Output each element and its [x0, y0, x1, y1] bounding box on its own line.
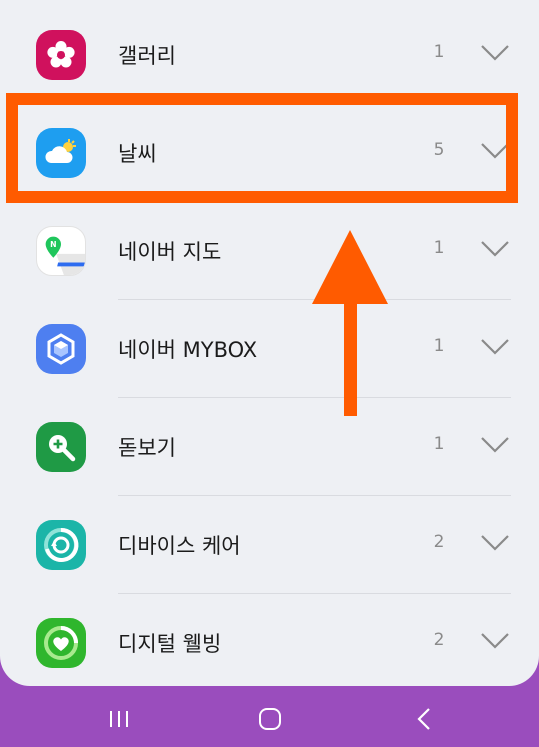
app-name: 네이버 지도 — [118, 240, 222, 264]
chevron-down-icon[interactable] — [480, 534, 510, 552]
navigation-bar — [0, 686, 539, 747]
app-list-panel: 갤러리 1 날씨 5 N 네이버 지도 1 네이버 MYBOX 1 돋보기 1 … — [0, 0, 539, 686]
chevron-down-icon[interactable] — [480, 44, 510, 62]
app-name: 디지털 웰빙 — [118, 632, 222, 656]
list-item-digital-wellbeing[interactable]: 디지털 웰빙 2 — [0, 594, 539, 686]
item-count: 5 — [433, 140, 445, 160]
recent-apps-icon[interactable] — [99, 704, 139, 734]
list-item-magnifier[interactable]: 돋보기 1 — [0, 398, 539, 496]
chevron-down-icon[interactable] — [480, 632, 510, 650]
item-count: 2 — [433, 532, 445, 552]
app-name: 디바이스 케어 — [118, 534, 241, 558]
chevron-down-icon[interactable] — [480, 142, 510, 160]
list-item-naver-map[interactable]: N 네이버 지도 1 — [0, 202, 539, 300]
magnifier-plus-icon — [36, 422, 86, 472]
item-count: 1 — [433, 42, 445, 62]
app-name: 네이버 MYBOX — [118, 338, 258, 362]
home-icon[interactable] — [250, 704, 290, 734]
list-item-naver-mybox[interactable]: 네이버 MYBOX 1 — [0, 300, 539, 398]
digital-wellbeing-heart-icon — [36, 618, 86, 668]
item-count: 1 — [433, 336, 445, 356]
app-name: 돋보기 — [118, 436, 176, 460]
list-item-gallery[interactable]: 갤러리 1 — [0, 6, 539, 104]
gallery-flower-icon — [36, 30, 86, 80]
naver-mybox-cube-icon — [36, 324, 86, 374]
chevron-down-icon[interactable] — [480, 338, 510, 356]
naver-map-icon: N — [36, 226, 86, 276]
item-count: 1 — [433, 434, 445, 454]
app-name: 갤러리 — [118, 44, 176, 68]
item-count: 2 — [433, 630, 445, 650]
chevron-down-icon[interactable] — [480, 436, 510, 454]
device-care-icon — [36, 520, 86, 570]
list-item-device-care[interactable]: 디바이스 케어 2 — [0, 496, 539, 594]
list-item-weather[interactable]: 날씨 5 — [0, 104, 539, 202]
up-arrow-annotation-icon — [312, 230, 388, 416]
back-icon[interactable] — [404, 704, 444, 734]
chevron-down-icon[interactable] — [480, 240, 510, 258]
app-name: 날씨 — [118, 142, 157, 166]
item-count: 1 — [433, 238, 445, 258]
svg-text:N: N — [50, 240, 56, 249]
weather-cloud-sun-icon — [36, 128, 86, 178]
